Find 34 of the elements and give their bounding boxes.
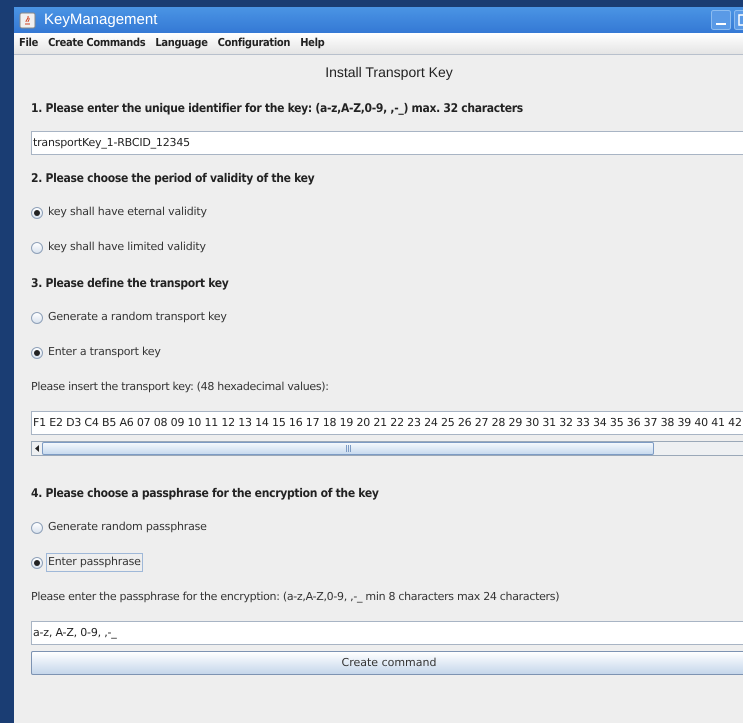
text-field[interactable]: F1 E2 D3 C4 B5 A6 07 08 09 10 11 12 13 14 15 16 17 18 19 20 21 22 23 24 25 26 27 28 29 30 31 32 33 34 35 36 37 38 39 40 41 42	[31, 410, 743, 434]
section-heading: 3. Please define the transport key	[31, 274, 229, 292]
radio-label[interactable]: key shall have limited validity	[46, 238, 208, 257]
radio-button[interactable]	[31, 346, 43, 358]
radio-label[interactable]: Generate a random transport key	[46, 308, 229, 327]
radio-button[interactable]	[31, 522, 43, 534]
field-label: Please insert the transport key: (48 hexadecimal values):	[31, 379, 329, 396]
radio-label[interactable]: Enter passphrase	[46, 553, 143, 572]
radio-button[interactable]	[31, 556, 43, 568]
radio-label[interactable]: Generate random passphrase	[46, 518, 209, 537]
radio-button[interactable]	[31, 206, 43, 218]
radio-label[interactable]: Enter a transport key	[46, 343, 163, 362]
window-title: KeyManagement	[44, 10, 158, 30]
section-heading: 4. Please choose a passphrase for the encryption of the key	[31, 484, 379, 502]
menu-item[interactable]: Help	[300, 35, 324, 52]
scrollbar-thumb[interactable]	[42, 442, 654, 455]
radio-button[interactable]	[31, 312, 43, 324]
text-field[interactable]: transportKey_1-RBCID_12345	[31, 130, 743, 154]
minimize-icon[interactable]	[711, 10, 731, 30]
menu-item[interactable]: Create Commands	[48, 35, 146, 52]
radio-label[interactable]: key shall have eternal validity	[46, 203, 209, 222]
section-heading: 1. Please enter the unique identifier for the key: (a-z,A-Z,0-9, ,-_) max. 32 characters	[31, 100, 523, 116]
grip-icon	[346, 445, 350, 452]
field-label: Please enter the passphrase for the encryption: (a-z,A-Z,0-9, ,-_ min 8 characters max 24 characters)	[31, 589, 560, 606]
radio-button[interactable]	[31, 242, 43, 254]
form-title: Install Transport Key	[325, 63, 453, 82]
app-icon	[19, 12, 36, 28]
menu-item[interactable]: Configuration	[218, 35, 290, 52]
text-field[interactable]: a-z, A-Z, 0-9, ,-_	[31, 620, 743, 644]
create-command-button[interactable]: Create command	[31, 651, 743, 675]
horizontal-scrollbar[interactable]	[31, 441, 743, 456]
menu-item[interactable]: File	[19, 35, 38, 52]
section-heading: 2. Please choose the period of validity of the key	[31, 170, 314, 186]
menu-item[interactable]: Language	[155, 35, 208, 52]
